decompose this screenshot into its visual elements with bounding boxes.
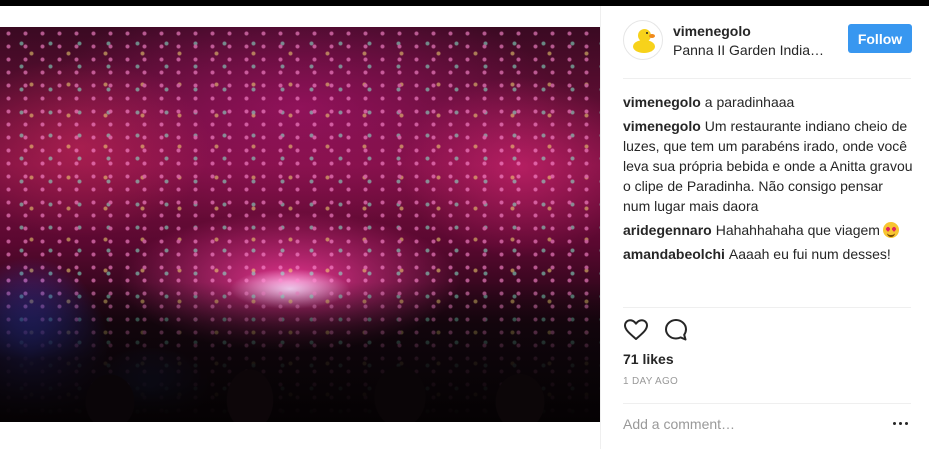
avatar[interactable] [623, 20, 663, 60]
post-actions [623, 317, 723, 343]
post-side-panel: vimenegolo Panna II Garden India… Follow… [600, 6, 929, 449]
comment-author-link[interactable]: vimenegolo [623, 118, 701, 134]
comment-item: vimenegolo Um restaurante indiano cheio d… [623, 116, 913, 216]
comment-item: amandabeolchi Aaaah eu fui num desses! [623, 244, 913, 264]
comment-text: Hahahhahaha que viagem [715, 222, 880, 238]
username-link[interactable]: vimenegolo [673, 23, 751, 39]
follow-button[interactable]: Follow [848, 24, 912, 53]
comment-author-link[interactable]: amandabeolchi [623, 246, 725, 262]
comment-divider [623, 403, 911, 404]
comment-item: aridegennaro Hahahhahaha que viagem [623, 220, 913, 240]
comment-author-link[interactable]: vimenegolo [623, 94, 701, 110]
post-header: vimenegolo Panna II Garden India… Follow [623, 20, 912, 70]
header-divider [623, 78, 911, 79]
post-photo[interactable] [0, 27, 600, 422]
post-timestamp[interactable]: 1 DAY AGO [623, 376, 678, 387]
add-comment-input[interactable] [623, 414, 873, 434]
comments-list: vimenegolo a paradinhaaa vimenegolo Um res… [623, 92, 913, 268]
heart-icon[interactable] [623, 317, 649, 343]
heart-eyes-emoji-icon [882, 222, 899, 238]
likes-count[interactable]: 71 likes [623, 351, 674, 367]
comment-text: a paradinhaaa [704, 94, 795, 110]
comment-author-link[interactable]: aridegennaro [623, 222, 712, 238]
actions-divider [623, 307, 911, 308]
location-link[interactable]: Panna II Garden India… [673, 42, 833, 58]
comment-text: Aaaah eu fui num desses! [728, 246, 891, 262]
comment-item: vimenegolo a paradinhaaa [623, 92, 913, 112]
diners-silhouettes [0, 282, 600, 422]
more-options-icon[interactable] [893, 419, 909, 427]
comment-bubble-icon[interactable] [663, 317, 689, 343]
